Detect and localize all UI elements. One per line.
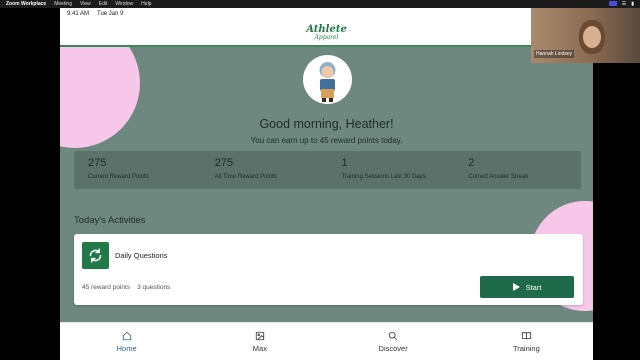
status-time: 9:41 AM: [67, 11, 90, 17]
status-date: Tue Jan 9: [97, 11, 124, 17]
battery-icon[interactable]: ▮: [631, 1, 634, 7]
tab-discover-label: Discover: [378, 343, 408, 353]
stat-label: Correct Answer Streak: [468, 174, 529, 180]
menubar-app-name[interactable]: Zoom Workplace: [6, 1, 46, 7]
participant-face: [583, 26, 601, 48]
refresh-icon: [82, 242, 109, 269]
tab-home-label: Home: [116, 343, 137, 353]
device-status-bar: 9:41 AM Tue Jan 9: [60, 8, 593, 20]
activity-title: Daily Questions: [115, 251, 168, 260]
bottom-tab-bar: Home Max Discover Training: [60, 322, 593, 360]
stat-value: 275: [214, 157, 234, 169]
image-icon: [255, 331, 265, 340]
menu-meeting[interactable]: Meeting: [54, 1, 72, 7]
avatar-illustration: [319, 62, 336, 102]
start-button-label: Start: [525, 282, 542, 292]
tab-discover[interactable]: Discover: [327, 323, 460, 360]
stat-label: Current Reward Points: [88, 174, 149, 180]
tab-training[interactable]: Training: [460, 323, 593, 360]
stat-correct-answer-streak: 2 Correct Answer Streak: [454, 151, 581, 189]
stat-label: All Time Reward Points: [214, 174, 277, 180]
stat-label: Training Sessions Last 30 Days: [341, 174, 426, 180]
tab-home[interactable]: Home: [60, 323, 193, 360]
stat-value: 2: [468, 157, 475, 169]
start-button[interactable]: Start: [480, 276, 574, 298]
todays-activities-heading: Today's Activities: [74, 215, 146, 226]
stats-panel: 275 Current Reward Points 275 All Time R…: [74, 151, 581, 189]
tab-training-label: Training: [512, 343, 540, 353]
stat-value: 275: [88, 157, 107, 169]
greeting-heading: Good morning, Heather!: [259, 117, 394, 131]
wifi-icon[interactable]: ☰: [622, 1, 626, 7]
logo-line2: Apparel: [314, 33, 339, 41]
search-icon: [388, 331, 398, 340]
participant-video-tile[interactable]: Hannah Lindsey: [531, 8, 640, 63]
tab-max-label: Max: [252, 343, 267, 353]
activity-card-daily-questions[interactable]: Daily Questions 45 reward points 3 quest…: [74, 234, 583, 305]
play-icon: [512, 283, 520, 291]
book-icon: [521, 331, 531, 339]
app-header: Athlete Apparel: [60, 20, 593, 47]
menu-window[interactable]: Window: [115, 1, 133, 7]
menu-help[interactable]: Help: [141, 1, 151, 7]
zoom-share-icon[interactable]: [608, 1, 617, 6]
brand-logo: Athlete Apparel: [306, 23, 347, 41]
participant-name: Hannah Lindsey: [534, 50, 575, 58]
reward-subtitle: You can earn up to 45 reward points toda…: [250, 136, 403, 145]
stat-current-reward-points: 275 Current Reward Points: [74, 151, 201, 189]
app-window: 9:41 AM Tue Jan 9 Athlete Apparel Good m…: [60, 8, 593, 360]
menubar-status-icons: ☰ ▮: [608, 1, 634, 7]
menu-edit[interactable]: Edit: [99, 1, 108, 7]
activity-question-count: 3 questions: [137, 284, 171, 291]
activity-points: 45 reward points: [82, 284, 131, 291]
stat-value: 1: [341, 157, 348, 169]
stat-all-time-reward-points: 275 All Time Reward Points: [201, 151, 328, 189]
tab-max[interactable]: Max: [193, 323, 326, 360]
stat-training-sessions: 1 Training Sessions Last 30 Days: [328, 151, 455, 189]
activity-meta: 45 reward points 3 questions: [82, 284, 170, 291]
user-avatar[interactable]: [303, 55, 352, 104]
logo-line1: Athlete: [306, 23, 347, 35]
home-icon: [122, 331, 131, 340]
menu-view[interactable]: View: [80, 1, 91, 7]
mac-menubar: Zoom Workplace Meeting View Edit Window …: [0, 0, 640, 8]
